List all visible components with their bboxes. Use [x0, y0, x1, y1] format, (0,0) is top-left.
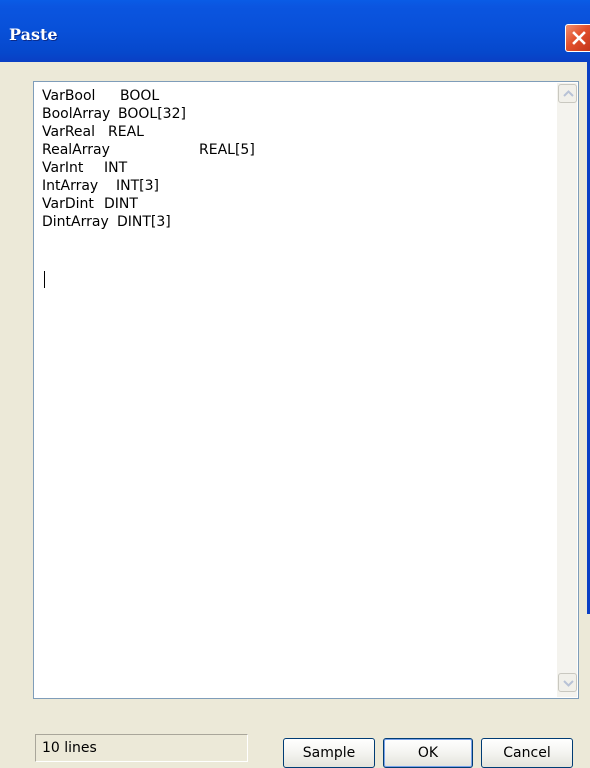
line-var-name: RealArray: [42, 142, 110, 158]
close-button[interactable]: [565, 24, 590, 52]
text-line: BoolArray BOOL[32]: [42, 106, 186, 124]
line-var-name: VarInt: [42, 160, 84, 176]
paste-text-area[interactable]: VarBool BOOL BoolArray BOOL[32] VarReal …: [33, 81, 579, 699]
text-line: VarReal REAL: [42, 124, 144, 142]
sample-button[interactable]: Sample: [283, 738, 375, 768]
chevron-up-icon: [563, 90, 574, 97]
line-var-type: REAL[5]: [199, 142, 255, 158]
text-lines: VarBool BOOL BoolArray BOOL[32] VarReal …: [42, 88, 255, 232]
line-var-name: IntArray: [42, 178, 99, 194]
text-line: VarInt INT: [42, 160, 127, 178]
text-line: VarDint DINT: [42, 196, 138, 214]
ok-button[interactable]: OK: [383, 738, 473, 768]
line-var-type: REAL: [108, 124, 144, 140]
text-line: VarBool BOOL: [42, 88, 159, 106]
line-var-type: INT: [104, 160, 128, 176]
cancel-button[interactable]: Cancel: [481, 738, 573, 768]
line-var-type: DINT[3]: [117, 214, 171, 230]
paste-dialog: Paste VarBool BOOL BoolArray BOOL[32] Va…: [0, 0, 590, 768]
line-var-type: INT[3]: [116, 178, 159, 194]
text-line: RealArray REAL[5]: [42, 142, 255, 160]
close-icon: [572, 31, 586, 45]
dialog-body: VarBool BOOL BoolArray BOOL[32] VarReal …: [0, 62, 587, 768]
text-line: DintArray DINT[3]: [42, 214, 171, 232]
window-title: Paste: [9, 25, 58, 44]
scroll-up-button[interactable]: [558, 84, 577, 103]
text-cursor: [44, 271, 45, 288]
line-var-type: BOOL: [120, 88, 160, 104]
vertical-scrollbar[interactable]: [556, 83, 577, 697]
line-var-name: VarDint: [42, 196, 94, 212]
text-line: IntArray INT[3]: [42, 178, 159, 196]
line-var-type: BOOL[32]: [118, 106, 186, 122]
scroll-down-button[interactable]: [558, 673, 577, 692]
line-var-type: DINT: [104, 196, 138, 212]
line-var-name: VarReal: [42, 124, 96, 140]
title-bar[interactable]: Paste: [0, 0, 590, 62]
line-count-text: 10 lines: [42, 740, 97, 756]
line-var-name: BoolArray: [42, 106, 111, 122]
line-count-status: 10 lines: [35, 734, 248, 762]
line-var-name: DintArray: [42, 214, 109, 230]
line-var-name: VarBool: [42, 88, 96, 104]
chevron-down-icon: [563, 680, 574, 687]
